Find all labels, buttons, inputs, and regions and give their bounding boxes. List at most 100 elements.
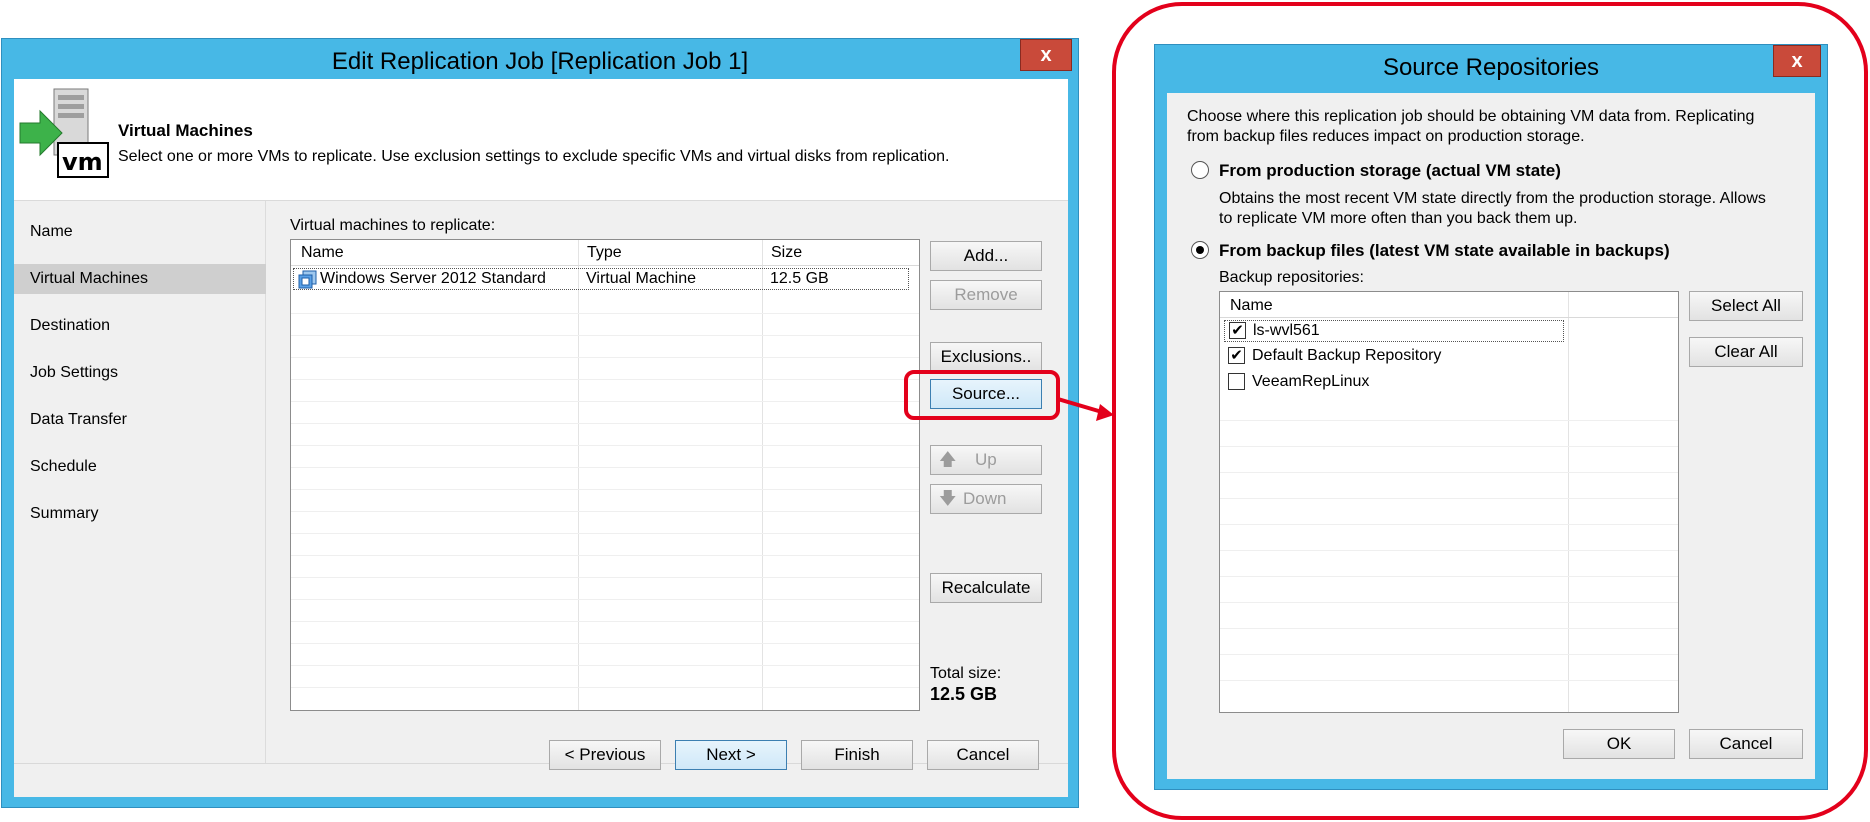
wizard-nav: Name Virtual Machines Destination Job Se… <box>14 201 266 763</box>
column-header-type[interactable]: Type <box>587 244 622 262</box>
row-gridline <box>291 467 919 468</box>
select-all-button[interactable]: Select All <box>1689 291 1803 321</box>
row-gridline <box>1220 628 1678 629</box>
down-label: Down <box>963 489 1007 508</box>
row-gridline <box>291 555 919 556</box>
backup-repositories-label: Backup repositories: <box>1219 269 1364 286</box>
vm-icon <box>298 270 318 289</box>
nav-item-data-transfer[interactable]: Data Transfer <box>14 405 266 435</box>
row-gridline <box>1220 498 1678 499</box>
backup-files-radio[interactable] <box>1191 241 1209 259</box>
vm-size-cell: 12.5 GB <box>770 270 829 287</box>
row-gridline <box>1220 446 1678 447</box>
server-vm-icon: vm <box>18 85 110 181</box>
nav-item-name[interactable]: Name <box>14 217 266 247</box>
production-storage-radio[interactable] <box>1191 161 1209 179</box>
repo-name: Default Backup Repository <box>1252 347 1442 364</box>
source-cancel-button[interactable]: Cancel <box>1689 729 1803 759</box>
nav-item-schedule[interactable]: Schedule <box>14 452 266 482</box>
list-item[interactable]: VeeamRepLinux <box>1224 372 1564 394</box>
repo-checkbox[interactable]: ✔ <box>1229 322 1246 339</box>
row-gridline <box>291 599 919 600</box>
next-button[interactable]: Next > <box>675 740 787 770</box>
arrow-down-icon: 🡇 <box>939 489 957 508</box>
source-dialog-title: Source Repositories <box>1382 54 1600 81</box>
production-storage-label[interactable]: From production storage (actual VM state… <box>1219 161 1561 181</box>
edit-replication-job-dialog: Edit Replication Job [Replication Job 1]… <box>1 38 1079 808</box>
repo-checkbox[interactable]: ✔ <box>1228 347 1245 364</box>
row-gridline <box>291 401 919 402</box>
vm-list[interactable]: Name Type Size Windows Server 2012 Stand… <box>290 239 920 711</box>
repositories-list[interactable]: Name ✔ ls-wvl561 ✔ Default Backup Reposi… <box>1219 291 1679 713</box>
close-button[interactable]: x <box>1020 39 1072 71</box>
row-gridline <box>1220 576 1678 577</box>
row-gridline <box>1220 550 1678 551</box>
header-description: Select one or more VMs to replicate. Use… <box>118 148 950 165</box>
ok-button[interactable]: OK <box>1563 729 1675 759</box>
source-button-highlight <box>904 370 1060 420</box>
column-header-name[interactable]: Name <box>301 244 344 262</box>
dialog-client-area: vm Virtual Machines Select one or more V… <box>14 79 1068 797</box>
row-gridline <box>1220 524 1678 525</box>
list-header-row: Name Type Size <box>291 240 919 266</box>
previous-button[interactable]: < Previous <box>549 740 661 770</box>
vm-name-cell: Windows Server 2012 Standard <box>320 270 546 287</box>
total-size-value: 12.5 GB <box>930 684 998 704</box>
row-gridline <box>291 445 919 446</box>
source-dialog-client-area: Choose where this replication job should… <box>1167 93 1815 779</box>
source-close-button[interactable]: x <box>1773 45 1821 77</box>
up-label: Up <box>975 450 997 469</box>
row-gridline <box>1220 654 1678 655</box>
add-button[interactable]: Add... <box>930 241 1042 271</box>
backup-files-label[interactable]: From backup files (latest VM state avail… <box>1219 241 1670 261</box>
col-divider <box>762 240 763 710</box>
nav-item-destination[interactable]: Destination <box>14 311 266 341</box>
cancel-button[interactable]: Cancel <box>927 740 1039 770</box>
repo-checkbox[interactable] <box>1228 373 1245 390</box>
header-title: Virtual Machines <box>118 121 253 140</box>
row-gridline <box>291 621 919 622</box>
dialog-title: Edit Replication Job [Replication Job 1] <box>331 48 749 75</box>
nav-item-job-settings[interactable]: Job Settings <box>14 358 266 388</box>
finish-button[interactable]: Finish <box>801 740 913 770</box>
nav-item-virtual-machines[interactable]: Virtual Machines <box>14 264 266 294</box>
down-button[interactable]: 🡇 Down <box>930 484 1042 514</box>
row-gridline <box>1220 680 1678 681</box>
row-gridline <box>291 577 919 578</box>
col-divider <box>578 240 579 710</box>
exclusions-button[interactable]: Exclusions.. <box>930 342 1042 372</box>
table-row[interactable]: Windows Server 2012 Standard Virtual Mac… <box>293 268 909 290</box>
source-repositories-dialog: Source Repositories x Choose where this … <box>1154 44 1828 790</box>
list-item[interactable]: ✔ Default Backup Repository <box>1224 346 1564 368</box>
up-button[interactable]: 🡅 Up <box>930 445 1042 475</box>
row-gridline <box>291 335 919 336</box>
remove-button[interactable]: Remove <box>930 280 1042 310</box>
source-intro-text: Choose where this replication job should… <box>1187 108 1755 145</box>
column-header-size[interactable]: Size <box>771 244 802 262</box>
row-gridline <box>291 357 919 358</box>
total-size-label: Total size: <box>930 665 1002 682</box>
row-gridline <box>291 423 919 424</box>
clear-all-button[interactable]: Clear All <box>1689 337 1803 367</box>
row-gridline <box>291 489 919 490</box>
vm-list-label: Virtual machines to replicate: <box>290 217 496 234</box>
row-gridline <box>291 533 919 534</box>
repo-name: VeeamRepLinux <box>1252 373 1370 390</box>
svg-text:vm: vm <box>62 148 103 176</box>
repo-name: ls-wvl561 <box>1253 322 1320 339</box>
repo-list-header: Name <box>1220 292 1678 318</box>
row-gridline <box>291 643 919 644</box>
list-item[interactable]: ✔ ls-wvl561 <box>1224 320 1564 342</box>
row-gridline <box>291 379 919 380</box>
row-gridline <box>1220 602 1678 603</box>
row-gridline <box>1220 420 1678 421</box>
col-divider <box>1568 292 1569 712</box>
recalculate-button[interactable]: Recalculate <box>930 573 1042 603</box>
production-storage-description: Obtains the most recent VM state directl… <box>1219 190 1766 227</box>
row-gridline <box>1220 472 1678 473</box>
arrow-right-icon <box>1058 393 1116 423</box>
nav-item-summary[interactable]: Summary <box>14 499 266 529</box>
column-header-name[interactable]: Name <box>1230 297 1273 315</box>
vm-type-cell: Virtual Machine <box>586 270 696 287</box>
row-gridline <box>291 687 919 688</box>
